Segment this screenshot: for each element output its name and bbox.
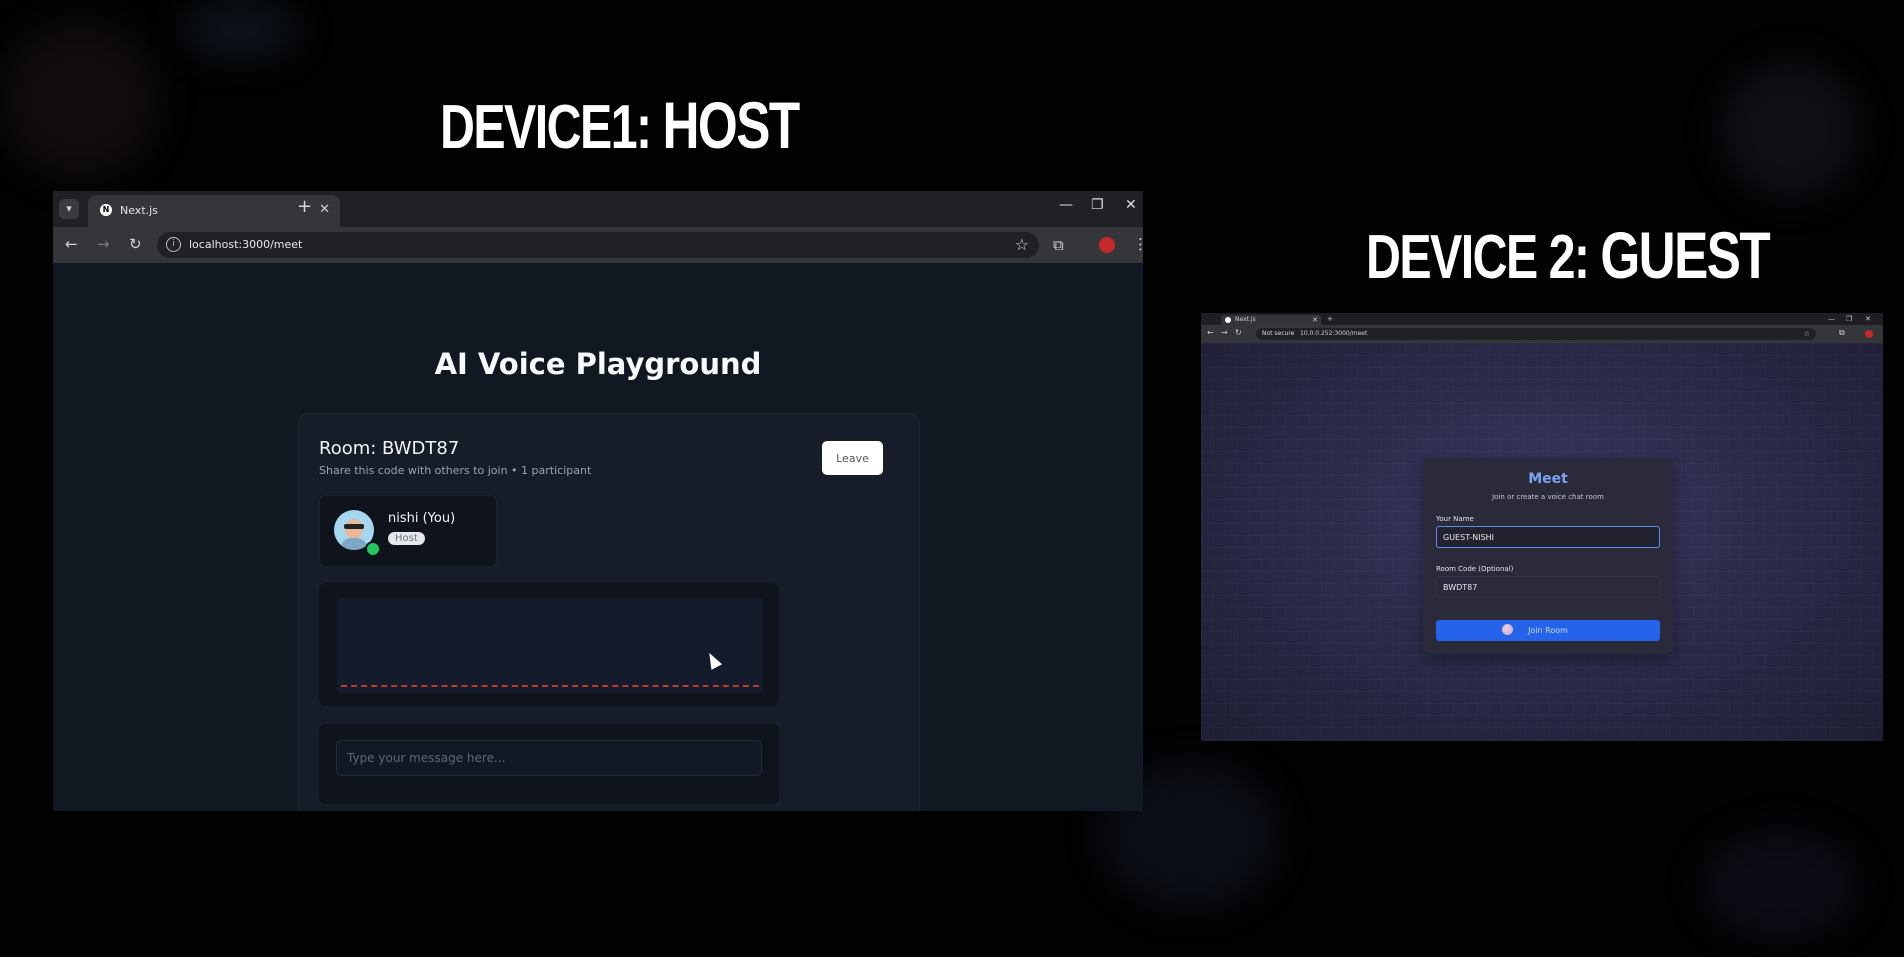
- minimize-button[interactable]: —: [1828, 313, 1835, 325]
- device2-headline: DEVICE 2: GUEST: [1366, 218, 1771, 293]
- navigation-bar: ← → ↻ i localhost:3000/meet ☆ ⧉ ⋮: [53, 227, 1143, 263]
- audio-visualizer: [319, 583, 779, 706]
- reload-button[interactable]: ↻: [129, 235, 142, 253]
- close-window-button[interactable]: ✕: [1125, 197, 1137, 213]
- bokeh-light: [180, 0, 300, 60]
- new-tab-button[interactable]: +: [1327, 313, 1333, 325]
- address-bar[interactable]: Not secure 10.0.0.252:3000/meet ☆: [1256, 328, 1816, 340]
- extensions-icon[interactable]: ⧉: [1053, 236, 1064, 254]
- tab-title: Next.js: [1235, 316, 1256, 323]
- device1-role: HOST: [662, 89, 800, 162]
- profile-record-icon[interactable]: [1099, 237, 1115, 253]
- bokeh-light: [0, 20, 160, 180]
- join-room-button[interactable]: Join Room: [1436, 620, 1660, 641]
- card-subtitle: Join or create a voice chat room: [1492, 493, 1604, 501]
- nextjs-favicon-icon: [1225, 317, 1231, 323]
- device1-headline: DEVICE1: HOST: [440, 88, 800, 163]
- page-title: AI Voice Playground: [434, 347, 762, 381]
- tab-bar: ▾ N Next.js ✕ + — ❐ ✕: [53, 191, 1143, 227]
- participant-name: nishi (You): [388, 511, 456, 526]
- nextjs-favicon-icon: N: [100, 204, 112, 216]
- page-content: Meet Join or create a voice chat room Yo…: [1201, 343, 1883, 741]
- guest-browser-window: Next.js ✕ + — ❐ ✕ ← → ↻ Not secure 10.0.…: [1201, 313, 1883, 741]
- leave-button[interactable]: Leave: [822, 441, 883, 475]
- url-text[interactable]: localhost:3000/meet: [189, 238, 302, 251]
- device2-role: GUEST: [1600, 219, 1770, 292]
- join-room-label: Join Room: [1528, 626, 1568, 635]
- host-browser-window: ▾ N Next.js ✕ + — ❐ ✕ ← → ↻ i localhost:…: [53, 191, 1143, 811]
- restore-button[interactable]: ❐: [1846, 313, 1852, 325]
- tab-bar: Next.js ✕ + — ❐ ✕: [1201, 313, 1883, 325]
- not-secure-label[interactable]: Not secure: [1262, 328, 1294, 340]
- loading-spinner-icon: [1502, 624, 1513, 635]
- room-panel: Room: BWDT87 Share this code with others…: [298, 413, 920, 811]
- forward-button[interactable]: →: [97, 235, 110, 253]
- tab-close-icon[interactable]: ✕: [1312, 315, 1318, 325]
- bookmark-star-icon[interactable]: ☆: [1015, 235, 1029, 254]
- tab-close-icon[interactable]: ✕: [319, 202, 330, 217]
- navigation-bar: ← → ↻ Not secure 10.0.0.252:3000/meet ☆ …: [1201, 325, 1883, 343]
- tab-title: Next.js: [120, 204, 158, 217]
- online-status-icon: [365, 541, 381, 557]
- back-button[interactable]: ←: [1207, 328, 1214, 337]
- restore-button[interactable]: ❐: [1091, 197, 1104, 213]
- bokeh-light: [1720, 60, 1860, 200]
- tab-search-button[interactable]: ▾: [59, 199, 79, 219]
- participant-card: nishi (You) Host: [319, 495, 497, 567]
- room-title: Room: BWDT87: [319, 438, 460, 459]
- back-button[interactable]: ←: [65, 235, 78, 253]
- address-bar[interactable]: i localhost:3000/meet ☆: [157, 232, 1039, 258]
- room-code-label: Room Code (Optional): [1436, 565, 1514, 573]
- forward-button[interactable]: →: [1221, 328, 1228, 337]
- message-input[interactable]: [336, 740, 762, 776]
- page-content: AI Voice Playground Room: BWDT87 Share t…: [53, 263, 1143, 811]
- browser-menu-icon[interactable]: ⋮: [1133, 235, 1143, 253]
- new-tab-button[interactable]: +: [297, 196, 312, 217]
- name-label: Your Name: [1436, 515, 1474, 523]
- room-code-input[interactable]: [1436, 576, 1660, 598]
- reload-button[interactable]: ↻: [1235, 328, 1242, 337]
- bokeh-light: [1700, 830, 1860, 940]
- card-title: Meet: [1528, 471, 1568, 487]
- bookmark-star-icon[interactable]: ☆: [1804, 328, 1810, 340]
- name-input[interactable]: [1436, 526, 1660, 548]
- host-badge: Host: [388, 532, 425, 545]
- waveform-line: [341, 685, 759, 687]
- device2-label: DEVICE 2:: [1366, 223, 1590, 292]
- url-text[interactable]: 10.0.0.252:3000/meet: [1300, 328, 1367, 340]
- site-info-icon[interactable]: i: [166, 237, 181, 252]
- close-window-button[interactable]: ✕: [1865, 313, 1871, 325]
- join-room-card: Meet Join or create a voice chat room Yo…: [1423, 458, 1673, 654]
- profile-record-icon[interactable]: [1865, 330, 1873, 338]
- room-subtitle: Share this code with others to join • 1 …: [319, 464, 592, 477]
- device1-label: DEVICE1:: [440, 93, 652, 162]
- minimize-button[interactable]: —: [1059, 197, 1073, 213]
- extensions-icon[interactable]: ⧉: [1839, 328, 1845, 338]
- waveform-canvas: [337, 598, 763, 693]
- browser-tab[interactable]: Next.js ✕: [1221, 315, 1321, 325]
- message-panel: [319, 724, 779, 804]
